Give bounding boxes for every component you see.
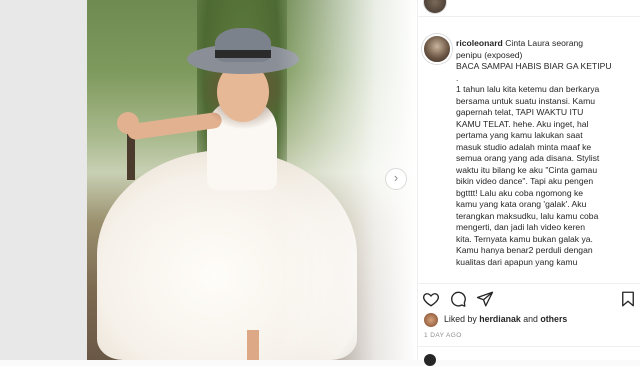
share-button[interactable]: [476, 290, 494, 308]
chevron-right-icon: ›: [393, 170, 399, 185]
caption-line: BACA SAMPAI HABIS BIAR GA KETIPU: [456, 61, 612, 71]
caption-line: masuk studio adalah minta maaf ke: [456, 141, 592, 152]
caption-line: kita. Ternyata kamu bukan galak ya.: [456, 233, 593, 244]
comment-box-divider: [418, 346, 640, 347]
caption-line: KAMU TELAT. hehe. Aku inget, hal: [456, 118, 589, 129]
liker-avatar[interactable]: [424, 313, 438, 327]
photo-leg: [247, 330, 259, 360]
caption-line: kamu yang kata orang 'galak'. Aku: [456, 199, 587, 209]
action-bar: [422, 290, 637, 310]
caption-line: terangkan maksudku, lalu kamu coba: [456, 210, 599, 221]
post-timestamp[interactable]: 1 DAY AGO: [424, 332, 462, 339]
heart-icon: [422, 293, 440, 307]
post-photo: ›: [87, 0, 417, 360]
caption-line: semua orang yang ada disana. Stylist: [456, 153, 600, 163]
liked-by-user[interactable]: herdianak: [479, 314, 521, 324]
post-sidebar: ricoleonard Cinta Laura seorang penipu (…: [417, 0, 640, 366]
photo-hat-band: [215, 50, 271, 58]
post-modal: › ricoleonard Cinta Laura seorang penipu…: [87, 0, 640, 366]
caption-line: bersama untuk suatu instansi. Kamu: [456, 95, 596, 106]
bookmark-icon: [622, 291, 634, 307]
emoji-icon[interactable]: [424, 354, 436, 366]
next-photo-button[interactable]: ›: [385, 168, 407, 190]
author-avatar[interactable]: [422, 34, 452, 64]
caption-line: bikin video dance". Tapi aku pengen: [456, 176, 594, 186]
liked-by-suffix: and: [523, 314, 538, 324]
caption-line: pertama yang kamu lakukan saat: [456, 130, 583, 140]
caption-line: .: [456, 72, 459, 83]
caption-line: waktu itu bilang ke aku "Cinta gamau: [456, 164, 598, 175]
caption-line: kualitas dari apapun yang kamu: [456, 256, 578, 267]
photo-hand: [117, 112, 139, 134]
caption-line: Cinta Laura seorang: [505, 38, 584, 48]
actions-divider: [418, 283, 640, 284]
caption-line: bgtttt! Lalu aku coba ngomong ke: [456, 187, 584, 198]
caption-line: mengerti, dan jadi lah video keren: [456, 222, 585, 232]
save-button[interactable]: [619, 290, 637, 308]
liked-by-prefix: Liked by: [444, 314, 477, 324]
likes-text: Liked by herdianak and others: [444, 314, 567, 324]
header-divider: [418, 16, 640, 17]
caption-line: gapernah telat, TAPI WAKTU ITU: [456, 107, 584, 117]
comment-button[interactable]: [449, 290, 467, 308]
author-username[interactable]: ricoleonard: [456, 38, 503, 48]
caption-comment: ricoleonard Cinta Laura seorang penipu (…: [418, 32, 640, 284]
caption-line: penipu (exposed): [456, 49, 523, 60]
liked-by-others[interactable]: others: [540, 314, 567, 324]
like-button[interactable]: [422, 290, 440, 308]
paper-plane-icon: [476, 291, 494, 307]
caption-line: 1 tahun lalu kita ketemu dan berkarya: [456, 84, 600, 94]
caption-text: ricoleonard Cinta Laura seorang penipu (…: [456, 38, 636, 268]
header-avatar[interactable]: [423, 0, 447, 14]
comment-icon: [451, 291, 466, 307]
caption-line: Kamu hanya benar2 perduli dengan: [456, 245, 593, 255]
likes-summary: Liked by herdianak and others: [424, 313, 634, 329]
